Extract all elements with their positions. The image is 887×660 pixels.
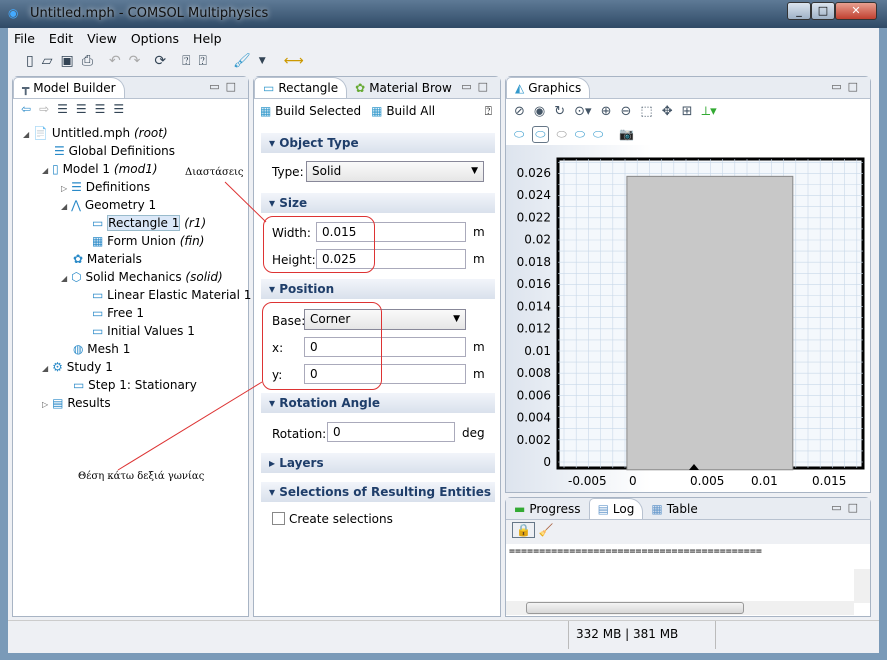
annotation-position-line — [117, 381, 263, 471]
annotation-size-line — [224, 181, 267, 223]
annotation-lines — [117, 181, 267, 471]
